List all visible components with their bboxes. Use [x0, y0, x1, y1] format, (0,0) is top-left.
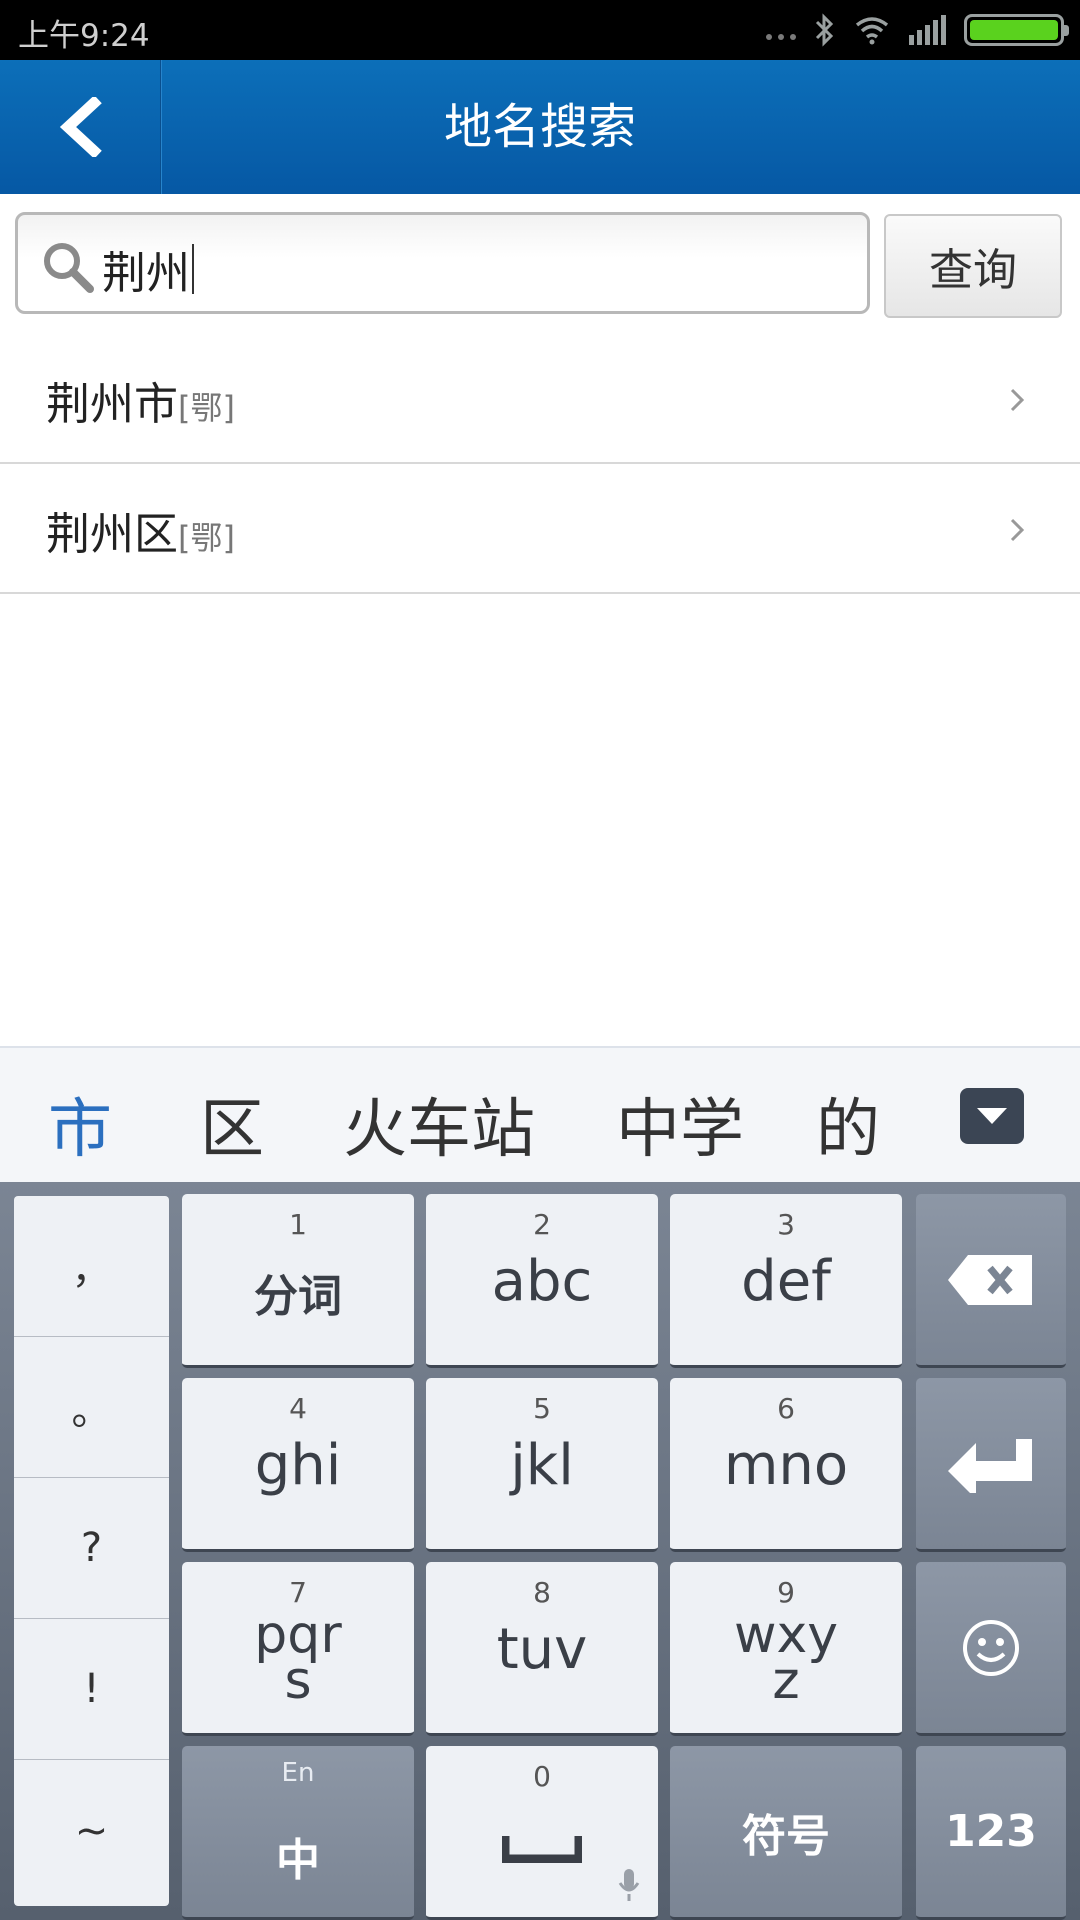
key-label: def: [741, 1249, 831, 1314]
numeric-key[interactable]: 123: [916, 1746, 1066, 1920]
text-caret: [192, 244, 194, 294]
key-label: 中: [276, 1835, 320, 1886]
bluetooth-icon: [815, 13, 834, 47]
key-label: abc: [491, 1249, 593, 1314]
header-bar: 地名搜索: [0, 60, 1080, 194]
query-button[interactable]: 查询: [884, 214, 1062, 318]
key-number: 4: [289, 1392, 307, 1425]
key-7[interactable]: 7 pqr s: [182, 1562, 414, 1736]
punctuation-column: ， 。 ? ! ~: [14, 1196, 169, 1906]
result-name-text: 荆州区: [46, 509, 178, 560]
enter-key[interactable]: [916, 1378, 1066, 1552]
ime-candidate[interactable]: 火车站: [343, 1078, 535, 1170]
header-divider: [160, 60, 162, 194]
key-label: mno: [723, 1433, 849, 1498]
search-value: 荆州: [102, 248, 190, 299]
key-6[interactable]: 6 mno: [670, 1378, 902, 1552]
enter-arrow-icon: [948, 1438, 1032, 1493]
ime-candidate[interactable]: 的: [816, 1078, 880, 1170]
key-label: wxy z: [733, 1605, 839, 1711]
result-name: 荆州市[鄂]: [46, 368, 235, 432]
key-label: 符号: [742, 1810, 830, 1862]
result-province: [鄂]: [178, 519, 235, 557]
back-button[interactable]: [0, 60, 160, 194]
status-time: 上午9:24: [18, 18, 150, 54]
backspace-key[interactable]: [916, 1194, 1066, 1368]
key-label: tuv: [496, 1617, 588, 1682]
status-icons: [766, 12, 1069, 48]
more-dots-icon: [766, 34, 796, 40]
keyboard-collapse-button[interactable]: [960, 1088, 1024, 1144]
search-input[interactable]: 荆州: [15, 212, 870, 314]
key-2[interactable]: 2 abc: [426, 1194, 658, 1368]
ime-candidate[interactable]: 市: [48, 1078, 112, 1170]
ime-keyboard: ， 。 ? ! ~ 1 分词 2 abc 3 def 4 ghi 5 jkl 6…: [0, 1182, 1080, 1920]
ime-candidate[interactable]: 区: [200, 1078, 264, 1170]
key-label: ghi: [254, 1433, 342, 1498]
space-key[interactable]: 0: [426, 1746, 658, 1920]
emoji-key[interactable]: [916, 1562, 1066, 1736]
key-label: pqr s: [254, 1605, 342, 1711]
language-switch-key[interactable]: En 中: [182, 1746, 414, 1920]
chevron-right-icon: [1010, 518, 1025, 542]
key-9[interactable]: 9 wxy z: [670, 1562, 902, 1736]
ime-candidate[interactable]: 中学: [616, 1078, 744, 1170]
symbol-key[interactable]: 符号: [670, 1746, 902, 1920]
smiley-icon: [963, 1619, 1019, 1676]
key-label: 123: [945, 1806, 1037, 1857]
chevron-right-icon: [1010, 388, 1025, 412]
space-bar-icon: [502, 1835, 582, 1863]
key-number: 5: [533, 1392, 551, 1425]
key-number: 8: [533, 1576, 551, 1609]
key-3[interactable]: 3 def: [670, 1194, 902, 1368]
result-item[interactable]: 荆州市[鄂]: [0, 334, 1080, 464]
wifi-icon: [855, 17, 889, 45]
back-chevron-icon: [59, 97, 102, 157]
punct-key[interactable]: 。: [14, 1337, 169, 1478]
key-number: 2: [533, 1208, 551, 1241]
key-alt-label: En: [281, 1758, 315, 1788]
key-number: 3: [777, 1208, 795, 1241]
key-4[interactable]: 4 ghi: [182, 1378, 414, 1552]
key-5[interactable]: 5 jkl: [426, 1378, 658, 1552]
backspace-icon: [948, 1254, 1032, 1305]
key-8[interactable]: 8 tuv: [426, 1562, 658, 1736]
triangle-down-icon: [977, 1108, 1007, 1124]
key-label: jkl: [510, 1433, 574, 1498]
ime-candidate-bar: 市 区 火车站 中学 的: [0, 1046, 1080, 1182]
status-bar: 上午9:24: [0, 0, 1080, 60]
punct-key[interactable]: ?: [14, 1478, 169, 1619]
punct-key[interactable]: !: [14, 1619, 169, 1760]
result-name: 荆州区[鄂]: [46, 498, 235, 562]
punct-key[interactable]: ~: [14, 1760, 169, 1901]
battery-icon: [964, 14, 1069, 46]
key-label: 分词: [254, 1271, 342, 1322]
result-province: [鄂]: [178, 389, 235, 427]
search-icon: [44, 243, 94, 293]
punct-key[interactable]: ，: [14, 1196, 169, 1337]
result-item[interactable]: 荆州区[鄂]: [0, 464, 1080, 594]
search-text: 荆州: [102, 237, 194, 301]
key-number: 1: [289, 1208, 307, 1241]
signal-icon: [909, 15, 946, 45]
microphone-icon: [618, 1869, 640, 1901]
key-number: 6: [777, 1392, 795, 1425]
result-name-text: 荆州市: [46, 379, 178, 430]
page-title: 地名搜索: [443, 99, 636, 155]
key-1[interactable]: 1 分词: [182, 1194, 414, 1368]
